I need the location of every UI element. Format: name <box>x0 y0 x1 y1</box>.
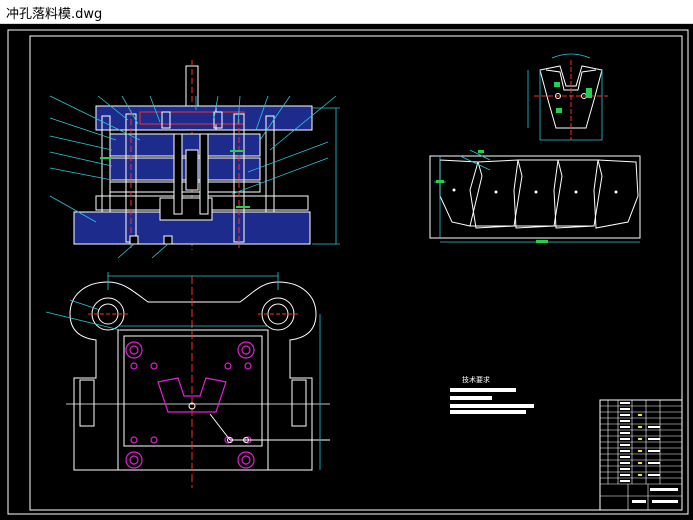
strip-layout-view <box>429 149 641 243</box>
tech-req-title: 技术要求 <box>462 375 490 384</box>
cad-drawing[interactable]: 技术要求 <box>0 24 693 520</box>
window-titlebar: 冲孔落料模.dwg <box>0 0 693 24</box>
part-detail-view <box>527 53 608 141</box>
assembly-section-view <box>49 60 340 259</box>
outer-frame <box>7 29 689 515</box>
cad-canvas[interactable]: 技术要求 <box>0 24 693 520</box>
technical-requirements: 技术要求 <box>450 375 534 414</box>
window-title: 冲孔落料模.dwg <box>6 7 103 22</box>
title-block <box>599 399 683 511</box>
die-plan-view <box>45 272 330 488</box>
